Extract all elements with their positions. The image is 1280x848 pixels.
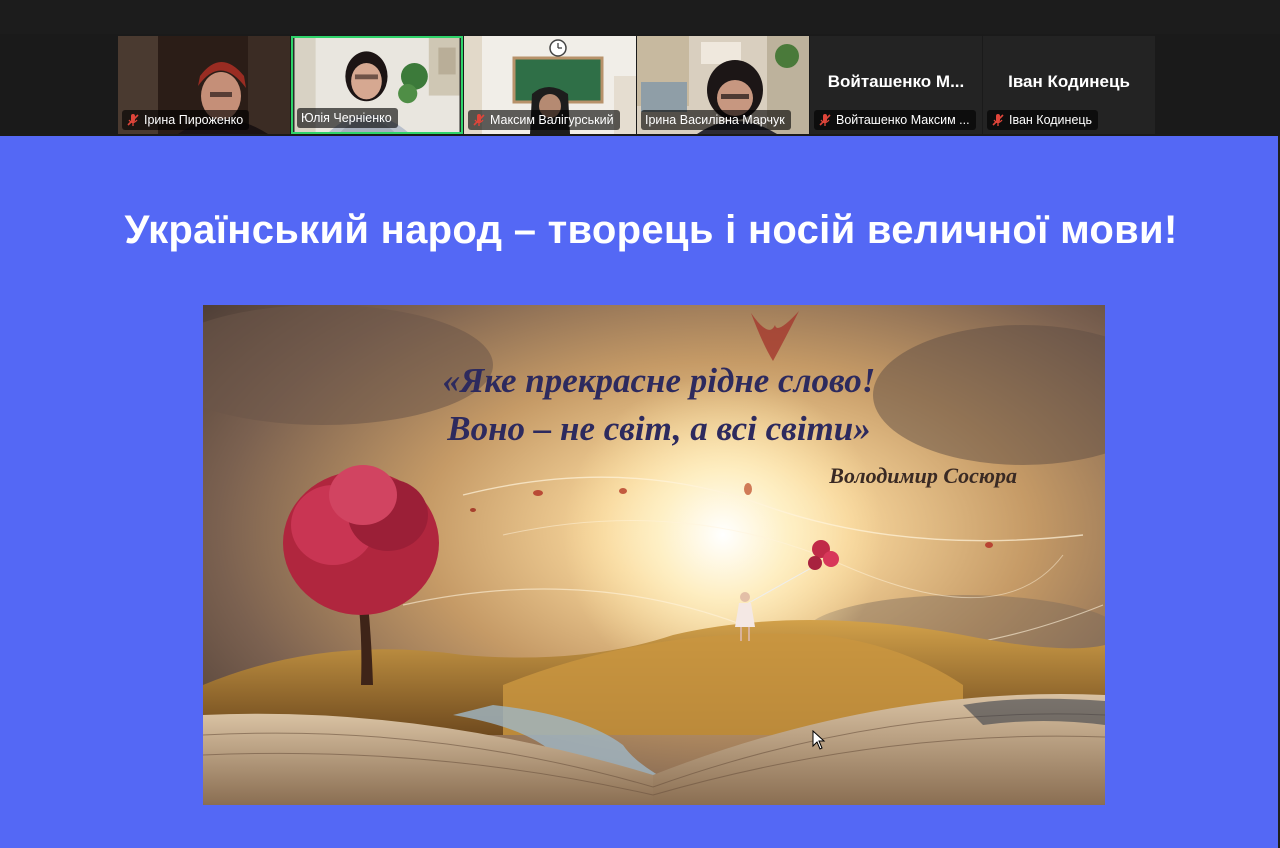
participant-name-tag: Ірина Пироженко (122, 110, 250, 130)
microphone-muted-icon (127, 114, 139, 126)
participant-name-tag: Войташенко Максим ... (814, 110, 976, 130)
participant-name-tag: Іван Кодинець (987, 110, 1099, 130)
participant-display-name: Войташенко М... (827, 72, 965, 91)
participant-name-tag: Ірина Василівна Марчук (641, 110, 791, 130)
microphone-muted-icon (992, 114, 1004, 126)
participant-name: Юлія Черніенко (301, 111, 392, 125)
participant-tile[interactable]: Ірина Пироженко (118, 36, 290, 134)
participant-display-name: Іван Кодинець (1008, 72, 1130, 91)
participant-name: Іван Кодинець (1009, 113, 1093, 127)
quote-line-2: Воно – не світ, а всі світи» (447, 409, 871, 448)
participant-name: Ірина Василівна Марчук (645, 113, 785, 127)
microphone-muted-icon (473, 114, 485, 126)
top-bar (0, 0, 1280, 34)
participant-name: Войташенко Максим ... (836, 113, 970, 127)
mouse-pointer-icon (812, 730, 826, 750)
participant-tile-no-video[interactable]: Войташенко М... Войташенко Максим ... (810, 36, 982, 134)
zoom-meeting-window: Ірина Пироженко Юлія Черніенко Максим Ва… (0, 0, 1280, 848)
participant-name: Ірина Пироженко (144, 113, 244, 127)
participant-tile-no-video[interactable]: Іван Кодинець Іван Кодинець (983, 36, 1155, 134)
shared-screen[interactable]: Український народ – творець і носій вели… (0, 136, 1280, 848)
slide-illustration: «Яке прекрасне рідне слово! Воно – не св… (203, 305, 1105, 805)
quote-line-1: «Яке прекрасне рідне слово! (442, 361, 876, 400)
participant-tile-active-speaker[interactable]: Юлія Черніенко (291, 36, 463, 134)
participant-gallery-strip: Ірина Пироженко Юлія Черніенко Максим Ва… (0, 34, 1280, 136)
participant-name-tag: Максим Валігурський (468, 110, 620, 130)
participant-tile[interactable]: Ірина Василівна Марчук (637, 36, 809, 134)
microphone-muted-icon (819, 114, 831, 126)
participant-name: Максим Валігурський (490, 113, 614, 127)
participant-name-tag: Юлія Черніенко (297, 108, 398, 128)
presentation-slide: Український народ – творець і носій вели… (0, 136, 1278, 848)
participant-tile[interactable]: Максим Валігурський (464, 36, 636, 134)
slide-title: Український народ – творець і носій вели… (124, 208, 1178, 252)
quote-author: Володимир Сосюра (829, 463, 1017, 488)
